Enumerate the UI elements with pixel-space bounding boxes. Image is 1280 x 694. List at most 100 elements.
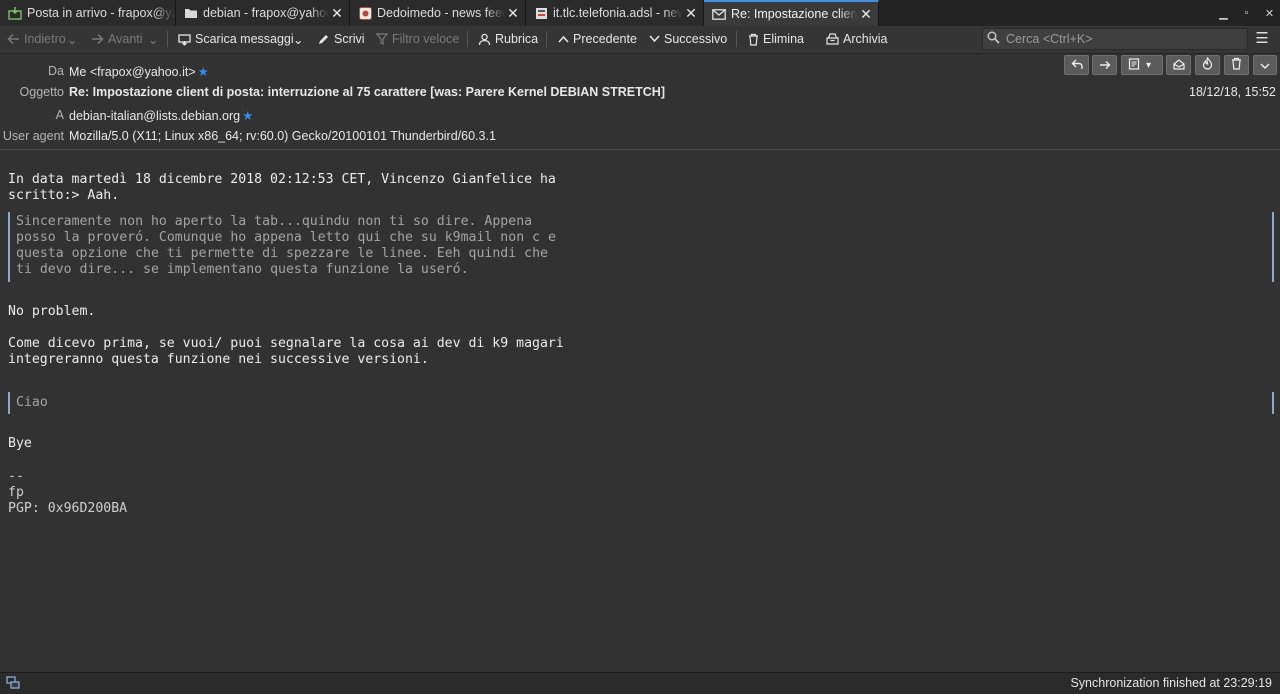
archive-message-button[interactable]: ▾ (1121, 55, 1163, 75)
to-value[interactable]: debian-italian@lists.debian.org ★ (69, 108, 253, 123)
tab-inbox[interactable]: Posta in arrivo - frapox@yahoo.it (0, 0, 176, 26)
get-messages-dropdown[interactable]: ⌄ (293, 26, 303, 52)
reply-text: No problem. (8, 304, 1268, 320)
toolbar-separator (736, 31, 737, 47)
close-icon[interactable]: ✕ (329, 5, 345, 22)
more-button[interactable] (1253, 55, 1277, 75)
quoted-text-block: Ciao (8, 392, 1274, 414)
subject-value: Re: Impostazione client di posta: interr… (69, 85, 665, 99)
tab-label: it.tlc.telefonia.adsl - news (553, 6, 683, 20)
delete-message-button[interactable] (1224, 55, 1249, 75)
close-icon[interactable]: ✕ (858, 6, 874, 23)
close-icon[interactable]: ✕ (683, 5, 699, 22)
message-body: In data martedì 18 dicembre 2018 02:12:5… (8, 172, 1268, 204)
chevron-down-icon: ⌄ (148, 32, 159, 47)
forward-button[interactable]: Avanti (91, 26, 143, 52)
tab-label: Posta in arrivo - frapox@yahoo.it (27, 6, 175, 20)
archive-icon (826, 33, 839, 45)
flame-icon (1202, 56, 1213, 73)
message-date: 18/12/18, 15:52 (1189, 85, 1276, 99)
status-bar: Synchronization finished at 23:29:19 (0, 672, 1280, 694)
arrow-right-icon (91, 33, 104, 45)
reply-line: No problem. (8, 304, 96, 319)
toolbar-separator (546, 31, 547, 47)
from-value[interactable]: Me <frapox@yahoo.it> ★ (69, 64, 209, 79)
signature-name: fp (8, 485, 24, 500)
user-agent-label: User agent (2, 129, 64, 143)
tab-label: debian - frapox@yahoo.it (203, 6, 329, 20)
filter-icon (376, 33, 388, 45)
network-icon[interactable] (6, 676, 20, 692)
chevron-down-icon (649, 35, 660, 43)
next-button[interactable]: Successivo (649, 26, 727, 52)
tab-current-message[interactable]: Re: Impostazione client di posta ✕ (704, 0, 879, 26)
star-icon[interactable]: ★ (198, 65, 209, 79)
junk-button[interactable] (1166, 55, 1191, 75)
forward-icon (1099, 58, 1111, 73)
search-icon (987, 31, 1000, 47)
toolbar-separator (167, 31, 168, 47)
closing-line: Bye (8, 436, 32, 451)
forward-message-button[interactable] (1092, 55, 1117, 75)
chevron-down-icon: ⌄ (293, 32, 304, 47)
envelope-open-icon (1172, 58, 1185, 73)
arrow-left-icon (7, 33, 20, 45)
subject-label: Oggetto (19, 85, 64, 99)
header-divider (0, 149, 1280, 150)
reply-icon (1071, 58, 1083, 73)
star-icon[interactable]: ★ (242, 109, 253, 123)
chevron-up-icon (558, 35, 569, 43)
forward-dropdown[interactable]: ⌄ (148, 26, 158, 52)
archive-button[interactable]: Archivia (826, 26, 887, 52)
close-icon[interactable]: ✕ (505, 5, 521, 22)
quoted-text-block: Sinceramente non ho aperto la tab...quin… (8, 212, 1274, 282)
back-dropdown[interactable]: ⌄ (67, 26, 77, 52)
chevron-down-icon (1260, 58, 1270, 73)
reply-button[interactable] (1064, 55, 1089, 75)
folder-icon (184, 6, 198, 20)
search-input[interactable] (1004, 31, 1238, 47)
reply-line: Come dicevo prima, se vuoi/ puoi segnala… (8, 336, 564, 351)
toolbar-separator (467, 31, 468, 47)
window-controls: ▁ ▫ ✕ (1212, 0, 1280, 26)
menu-icon[interactable]: ☰ (1252, 30, 1272, 48)
signature-separator: -- (8, 469, 24, 484)
tab-label: Dedoimedo - news feed (377, 6, 505, 20)
minimize-icon[interactable]: ▁ (1212, 7, 1235, 20)
intro-line: In data martedì 18 dicembre 2018 02:12:5… (8, 172, 556, 187)
search-box[interactable] (982, 28, 1248, 50)
download-icon (178, 33, 191, 46)
newsgroup-icon (534, 6, 548, 20)
reply-text: Come dicevo prima, se vuoi/ puoi segnala… (8, 336, 1268, 368)
reply-line: integreranno questa funzione nei success… (8, 352, 429, 367)
trash-icon (748, 33, 759, 46)
tab-label: Re: Impostazione client di posta (731, 7, 858, 21)
get-messages-button[interactable]: Scarica messaggi (178, 26, 294, 52)
archive-icon (1128, 57, 1140, 73)
address-book-button[interactable]: Rubrica (478, 26, 538, 52)
intro-line: scritto:> Aah. (8, 188, 120, 203)
tab-debian-folder[interactable]: debian - frapox@yahoo.it ✕ (176, 0, 350, 26)
chevron-down-icon[interactable]: ▾ (1146, 60, 1151, 71)
mark-button[interactable] (1195, 55, 1220, 75)
to-label: A (55, 108, 64, 122)
tab-dedoimedo-feed[interactable]: Dedoimedo - news feed ✕ (350, 0, 526, 26)
quick-filter-button[interactable]: Filtro veloce (376, 26, 459, 52)
back-button[interactable]: Indietro (7, 26, 66, 52)
tab-bar: Posta in arrivo - frapox@yahoo.it debian… (0, 0, 1280, 26)
inbox-icon (8, 6, 22, 20)
user-agent-value: Mozilla/5.0 (X11; Linux x86_64; rv:60.0)… (69, 129, 496, 143)
tab-newsgroup[interactable]: it.tlc.telefonia.adsl - news ✕ (526, 0, 704, 26)
delete-button[interactable]: Elimina (748, 26, 804, 52)
signature: -- fp PGP: 0x96D200BA (8, 469, 1268, 517)
previous-button[interactable]: Precedente (558, 26, 637, 52)
closing-text: Bye (8, 436, 1268, 452)
maximize-icon[interactable]: ▫ (1235, 7, 1258, 19)
write-button[interactable]: Scrivi (318, 26, 365, 52)
window-close-icon[interactable]: ✕ (1258, 7, 1280, 20)
feed-icon (358, 6, 372, 20)
contacts-icon (478, 33, 491, 46)
from-label: Da (48, 64, 64, 78)
trash-icon (1231, 57, 1242, 73)
status-text: Synchronization finished at 23:29:19 (1070, 676, 1272, 690)
